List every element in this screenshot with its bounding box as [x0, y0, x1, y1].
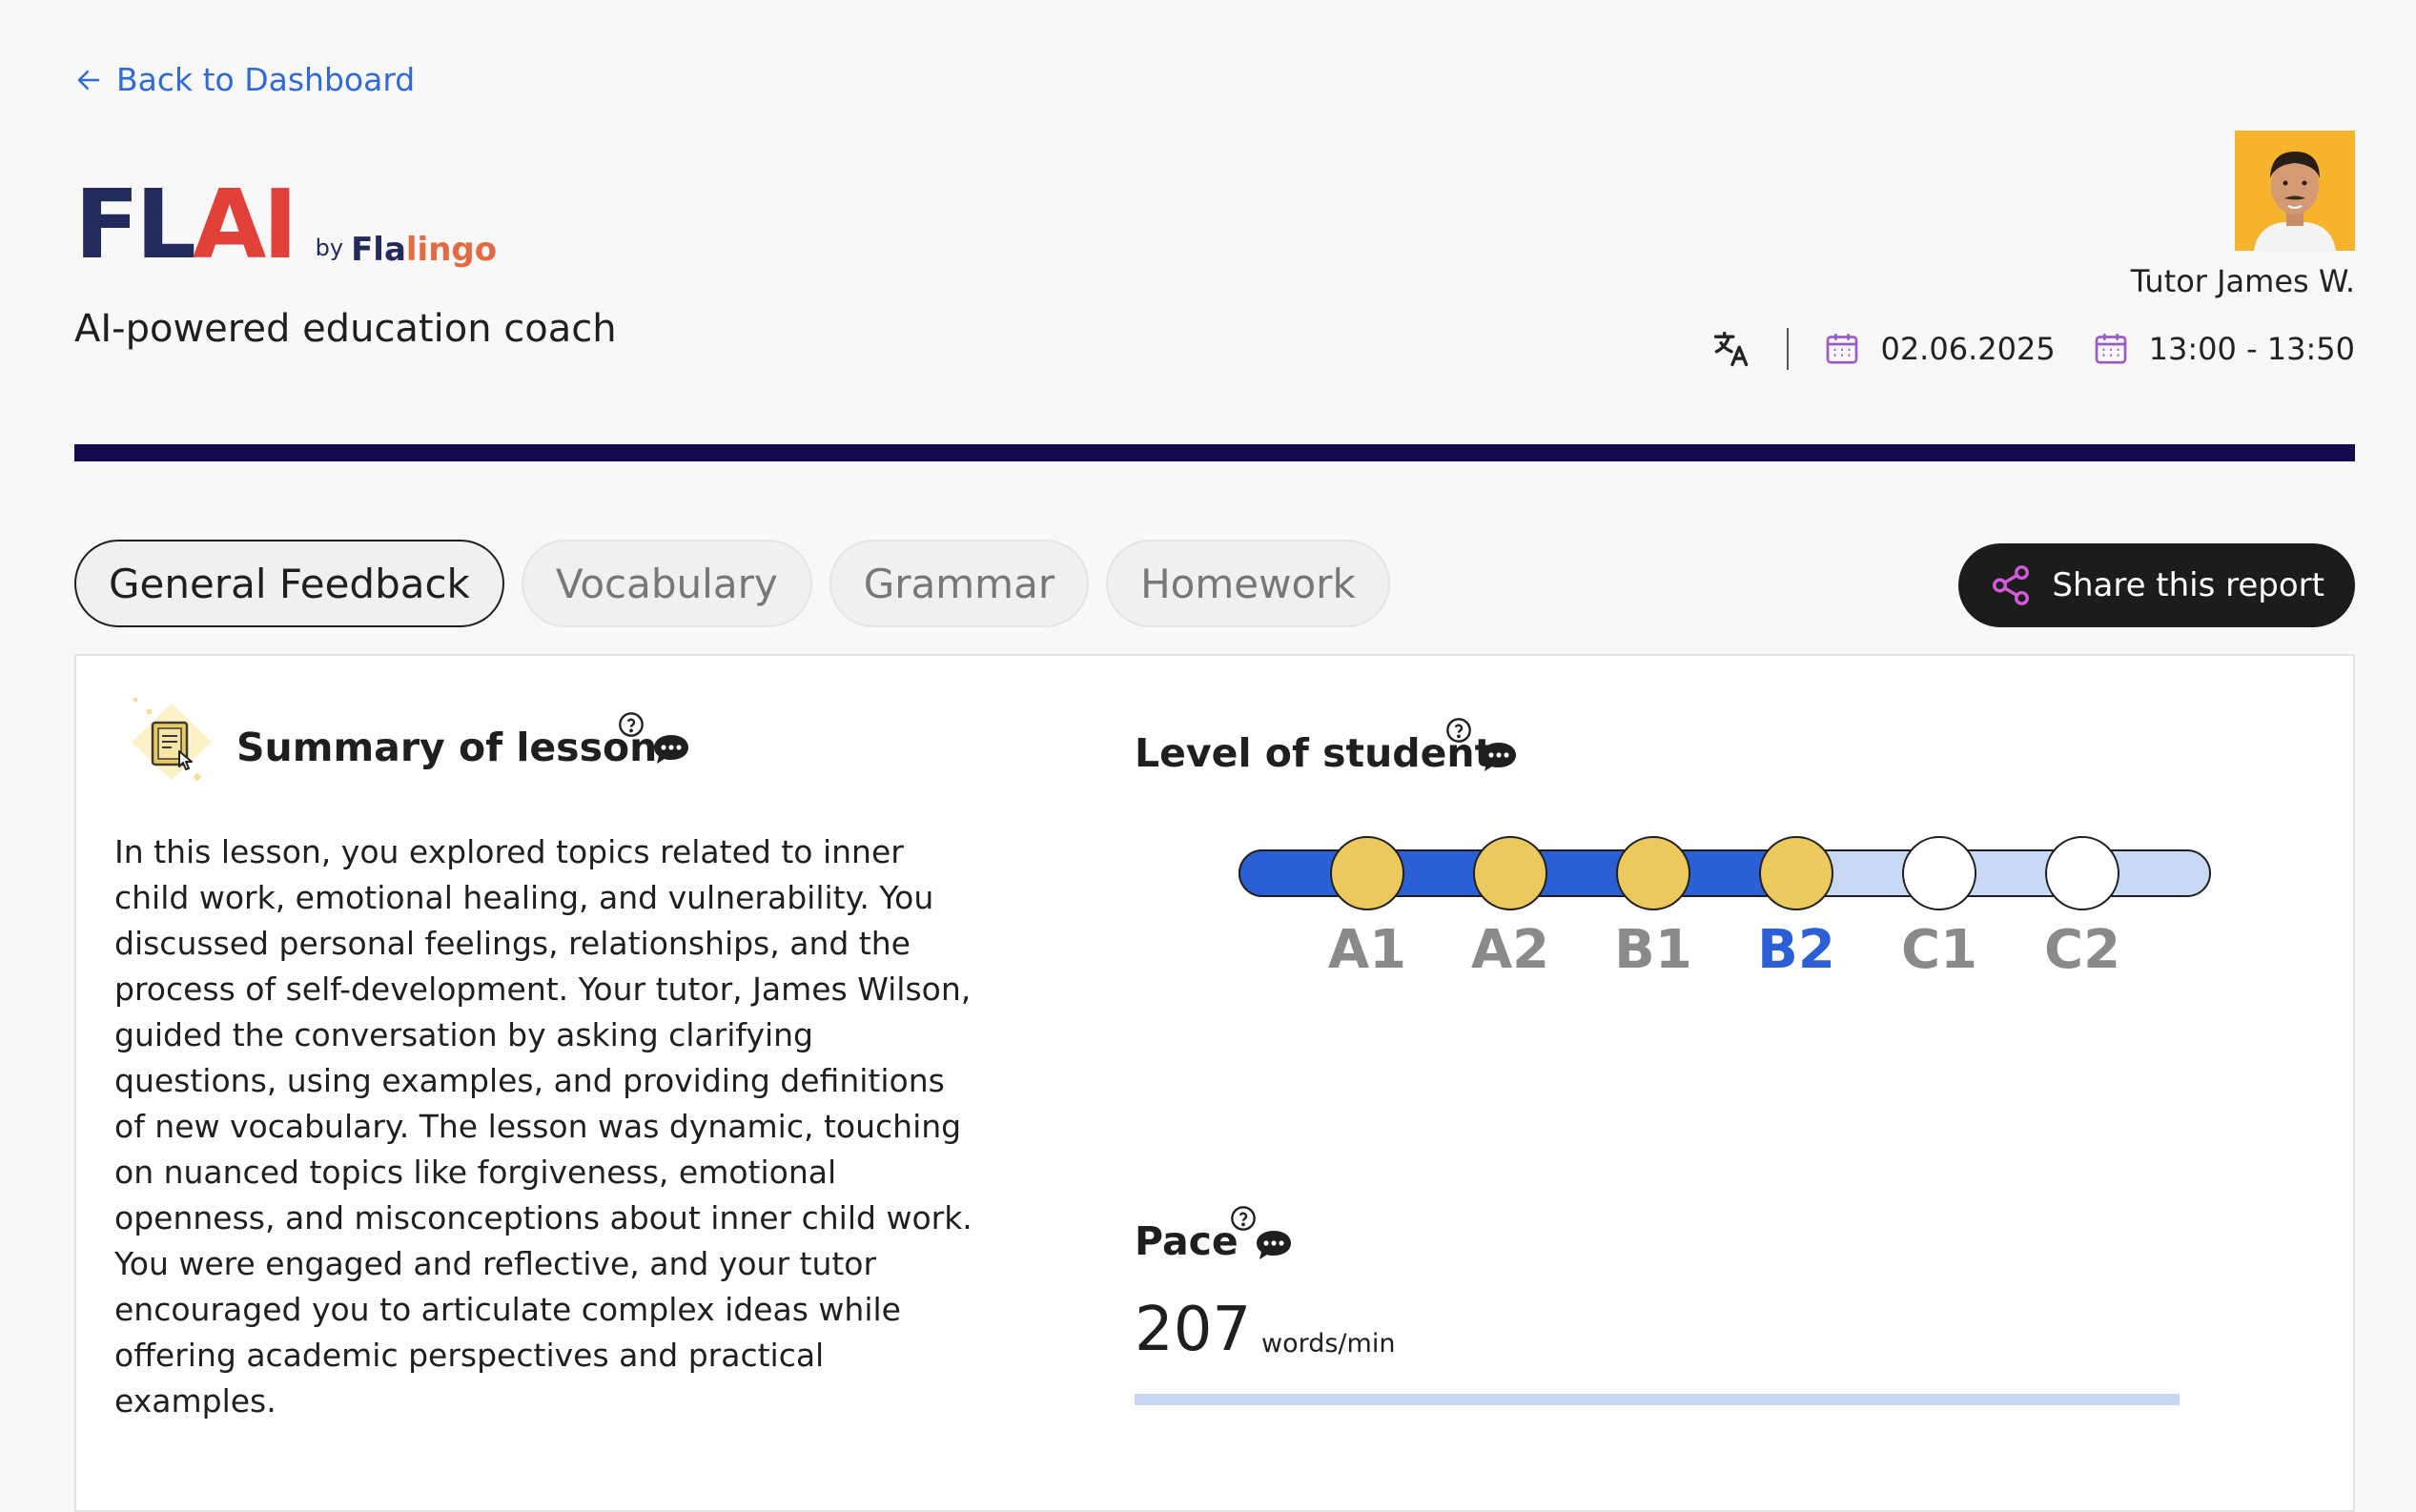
summary-document-icon	[124, 694, 219, 789]
comment-icon[interactable]	[652, 732, 690, 766]
app-logo: FLAI by Flalingo	[74, 169, 497, 280]
tab-vocabulary[interactable]: Vocabulary	[521, 540, 812, 627]
meta-separator	[1787, 328, 1790, 370]
lesson-date: 02.06.2025	[1880, 331, 2056, 367]
help-icon[interactable]	[1445, 717, 1472, 744]
clock-calendar-icon	[2095, 334, 2127, 364]
logo-brand: Flalingo	[351, 231, 498, 269]
translate-icon	[1714, 331, 1749, 367]
level-label-b2: B2	[1757, 919, 1835, 981]
level-dot-c2	[2045, 836, 2119, 910]
header-divider	[74, 444, 2355, 461]
level-scale: A1 A2 B1 B2 C1 C2	[1238, 831, 2212, 984]
level-label-c1: C1	[1900, 919, 1978, 981]
app-subtitle: AI-powered education coach	[74, 307, 617, 351]
arrow-left-icon	[77, 70, 100, 90]
level-label-a2: A2	[1470, 919, 1550, 981]
back-to-dashboard-link[interactable]: Back to Dashboard	[74, 61, 415, 98]
comment-icon[interactable]	[1255, 1228, 1293, 1262]
pace-value: 207	[1135, 1295, 1252, 1365]
level-dot-c1	[1902, 836, 1976, 910]
tutor-avatar	[2235, 131, 2355, 251]
level-label-a1: A1	[1327, 919, 1407, 981]
lesson-time: 13:00 - 13:50	[2148, 331, 2355, 367]
pace-unit: words/min	[1261, 1329, 1396, 1359]
level-label-b1: B1	[1614, 919, 1692, 981]
logo-mark: FLAI	[74, 169, 298, 280]
tab-homework[interactable]: Homework	[1106, 540, 1390, 627]
summary-text: In this lesson, you explored topics rela…	[114, 833, 973, 1420]
share-label: Share this report	[2052, 566, 2324, 604]
level-dot-b1	[1616, 836, 1690, 910]
pace-title: Pace	[1135, 1218, 1239, 1264]
help-icon[interactable]	[618, 711, 645, 738]
tutor-name: Tutor James W.	[2130, 263, 2355, 299]
share-report-button[interactable]: Share this report	[1958, 543, 2355, 627]
share-icon	[1993, 565, 2030, 605]
level-dot-b2	[1759, 836, 1833, 910]
tab-grammar[interactable]: Grammar	[829, 540, 1090, 627]
level-label-c2: C2	[2043, 919, 2121, 981]
lesson-meta: 02.06.2025 13:00 - 13:50	[1710, 328, 2355, 370]
level-title: Level of student	[1135, 730, 1494, 776]
level-dot-a2	[1473, 836, 1547, 910]
help-icon[interactable]	[1230, 1205, 1257, 1232]
tab-general-feedback[interactable]: General Feedback	[74, 540, 504, 627]
comment-icon[interactable]	[1480, 740, 1518, 774]
pace-bar	[1135, 1394, 2180, 1405]
logo-by: by	[315, 235, 344, 261]
back-label: Back to Dashboard	[116, 61, 416, 98]
calendar-icon	[1827, 334, 1858, 364]
level-dot-a1	[1330, 836, 1404, 910]
report-tabs: General Feedback Vocabulary Grammar Home…	[74, 540, 1390, 627]
summary-title: Summary of lesson	[236, 725, 658, 770]
